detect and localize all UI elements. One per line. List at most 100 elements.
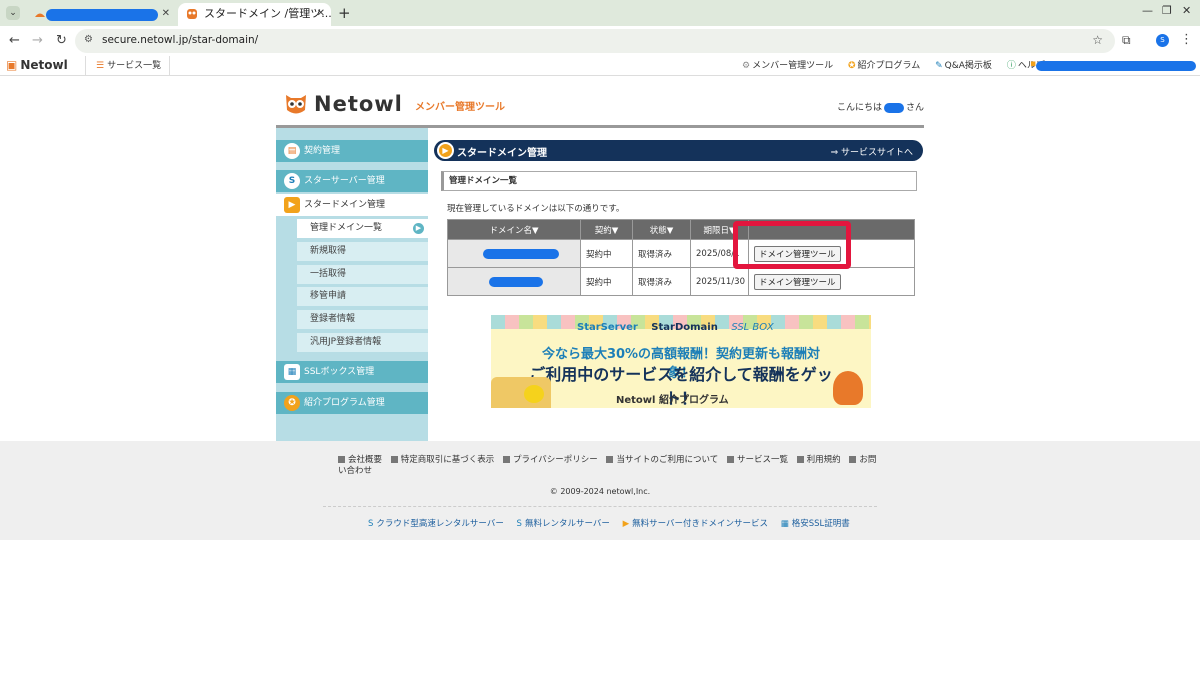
greeting-suffix: さん xyxy=(905,103,924,113)
promo-brands: StarServer StarDomain SSL BOX xyxy=(577,322,784,333)
sidebar-sub-new[interactable]: 新規取得 xyxy=(297,242,428,261)
sidebar-item-star-server[interactable]: S スターサーバー管理 xyxy=(276,170,428,192)
sidebar-sub-domain-list[interactable]: 管理ドメイン一覧 ▶ xyxy=(297,219,428,238)
footer-link[interactable]: 利用規約 xyxy=(796,455,841,465)
new-tab-icon[interactable]: + xyxy=(338,4,351,22)
bookmark-star-icon[interactable]: ☆ xyxy=(1092,33,1103,47)
domain-cell xyxy=(447,267,581,296)
site-info-icon[interactable]: ⚙ xyxy=(84,34,93,45)
profile-avatar[interactable]: S xyxy=(1156,34,1169,47)
section-banner: ▶ スタードメイン管理 ⇒ サービスサイトへ xyxy=(434,140,923,161)
restore-icon[interactable]: ❐ xyxy=(1162,4,1172,17)
contract-cell: 契約中 xyxy=(580,267,633,296)
status-cell: 取得済み xyxy=(632,239,691,268)
address-bar[interactable]: ⚙ secure.netowl.jp/star-domain/ ☆ xyxy=(75,29,1115,53)
footer-link-label: 利用規約 xyxy=(806,455,841,465)
promo-brand: StarServer xyxy=(577,322,638,333)
footer-service-label: 無料レンタルサーバー xyxy=(524,519,610,529)
close-icon[interactable]: ✕ xyxy=(162,3,170,25)
col-contract[interactable]: 契約▼ xyxy=(580,219,633,240)
close-icon[interactable]: ✕ xyxy=(317,3,325,25)
referral-link[interactable]: ✪ 紹介プログラム xyxy=(848,61,920,71)
sidebar-sub-bulk[interactable]: 一括取得 xyxy=(297,265,428,284)
info-icon: ⓘ xyxy=(1006,61,1016,71)
logo-text[interactable]: Netowl xyxy=(314,92,403,116)
bullet-icon xyxy=(606,456,614,463)
footer-service-label: クラウド型高速レンタルサーバー xyxy=(376,519,504,529)
sidebar-sub-jp-registrant[interactable]: 汎用JP登録者情報 xyxy=(297,333,428,352)
promo-brand: StarDomain xyxy=(651,322,718,333)
window-close-icon[interactable]: ✕ xyxy=(1182,4,1191,17)
referral-promo-banner[interactable]: StarServer StarDomain SSL BOX 今なら最大30%の高… xyxy=(491,315,871,408)
sidebar-item-star-domain[interactable]: ▶ スタードメイン管理 xyxy=(276,194,428,216)
sidebar: ▤ 契約管理 S スターサーバー管理 ▶ スタードメイン管理 管理ドメイン一覧 ▶ 新… xyxy=(276,128,428,441)
footer-service-link[interactable]: S クラウド型高速レンタルサーバー xyxy=(368,519,504,529)
footer-link[interactable]: 会社概要 xyxy=(338,455,382,465)
browser-tab-inactive[interactable]: ✕ xyxy=(26,3,176,26)
minimize-icon[interactable]: — xyxy=(1142,4,1153,17)
chick-mascot xyxy=(524,385,544,403)
contract-icon: ▤ xyxy=(284,143,300,159)
domain-cell xyxy=(447,239,581,268)
col-domain-name[interactable]: ドメイン名▼ xyxy=(447,219,581,240)
sidebar-item-label: スターサーバー管理 xyxy=(304,176,385,186)
footer-service-link[interactable]: ▶ 無料サーバー付きドメインサービス xyxy=(623,519,768,529)
redacted-account-email xyxy=(1036,61,1196,71)
extensions-icon[interactable]: ⧉ xyxy=(1122,33,1131,48)
list-icon: ☰ xyxy=(96,61,105,71)
banner-title: スタードメイン管理 xyxy=(457,148,547,159)
intro-text: 現在管理しているドメインは以下の通りです。 xyxy=(447,204,625,214)
site-footer: 会社概要 特定商取引に基づく表示 プライバシーポリシー 当サイトのご利用について… xyxy=(0,441,1200,540)
promo-brand: SSL BOX xyxy=(731,322,774,333)
footer-service-link[interactable]: S 無料レンタルサーバー xyxy=(517,519,610,529)
sidebar-item-ssl-box[interactable]: ▦ SSLボックス管理 xyxy=(276,361,428,383)
browser-tab-active[interactable]: スタードメイン /管理ツ... ✕ xyxy=(178,3,331,26)
member-tool-link[interactable]: ⚙ メンバー管理ツール xyxy=(742,61,833,71)
footer-link[interactable]: プライバシーポリシー xyxy=(502,455,598,465)
netowl-brand-link[interactable]: ▣ Netowl xyxy=(6,58,68,72)
service-list-label: サービス一覧 xyxy=(107,61,162,71)
gear-icon: ⚙ xyxy=(742,61,751,71)
bullet-icon xyxy=(796,456,804,463)
col-status[interactable]: 状態▼ xyxy=(632,219,691,240)
star-domain-icon: ▶ xyxy=(284,197,300,213)
service-list-link[interactable]: ☰ サービス一覧 xyxy=(85,56,170,76)
sidebar-item-referral[interactable]: ✪ 紹介プログラム管理 xyxy=(276,392,428,414)
ssl-box-icon: ▦ xyxy=(284,364,300,380)
domain-tool-button[interactable]: ドメイン管理ツール xyxy=(754,273,841,290)
greeting: こんにちは さん xyxy=(837,100,924,113)
browser-menu-icon[interactable]: ⋮ xyxy=(1180,32,1193,47)
footer-links: 会社概要 特定商取引に基づく表示 プライバシーポリシー 当サイトのご利用について… xyxy=(338,455,878,477)
sidebar-sub-label: 登録者情報 xyxy=(310,314,356,324)
sidebar-item-contract[interactable]: ▤ 契約管理 xyxy=(276,140,428,162)
footer-link[interactable]: 当サイトのご利用について xyxy=(606,455,718,465)
sidebar-sub-label: 一括取得 xyxy=(310,269,347,279)
sidebar-sub-transfer[interactable]: 移管申請 xyxy=(297,287,428,306)
section-title: 管理ドメイン一覧 xyxy=(441,171,917,191)
sidebar-sub-registrant[interactable]: 登録者情報 xyxy=(297,310,428,329)
owl-favicon-icon xyxy=(35,13,45,17)
redacted-user-name xyxy=(883,102,904,113)
bullet-icon xyxy=(849,456,857,463)
tab-search-button[interactable]: ⌄ xyxy=(6,6,20,20)
owl-logo-icon: ▣ xyxy=(6,58,18,72)
owl-mascot xyxy=(833,371,863,405)
member-tool-label: メンバー管理ツール xyxy=(752,61,834,71)
footer-link[interactable]: 特定商取引に基づく表示 xyxy=(390,455,495,465)
reload-icon[interactable]: ↻ xyxy=(56,33,67,48)
forward-icon[interactable]: → xyxy=(32,33,43,48)
footer-service-link[interactable]: ▦ 格安SSL証明書 xyxy=(781,519,850,529)
star-server-icon: S xyxy=(368,519,374,529)
footer-link-label: 特定商取引に基づく表示 xyxy=(400,455,495,465)
redacted-domain xyxy=(489,276,543,287)
sidebar-sub-label: 汎用JP登録者情報 xyxy=(310,337,382,347)
footer-link[interactable]: サービス一覧 xyxy=(726,455,788,465)
service-site-link[interactable]: ⇒ サービスサイトへ xyxy=(831,145,913,158)
star-domain-icon: ▶ xyxy=(437,142,454,159)
browser-toolbar: ← → ↻ ⚙ secure.netowl.jp/star-domain/ ☆ xyxy=(0,26,1200,56)
qa-board-link[interactable]: ✎ Q&A掲示板 xyxy=(935,61,992,71)
annotation-highlight-box xyxy=(733,221,851,269)
footer-services: S クラウド型高速レンタルサーバー S 無料レンタルサーバー ▶ 無料サーバー付きドメ… xyxy=(368,517,860,529)
back-icon[interactable]: ← xyxy=(9,33,20,48)
footer-link-label: 会社概要 xyxy=(348,455,383,465)
